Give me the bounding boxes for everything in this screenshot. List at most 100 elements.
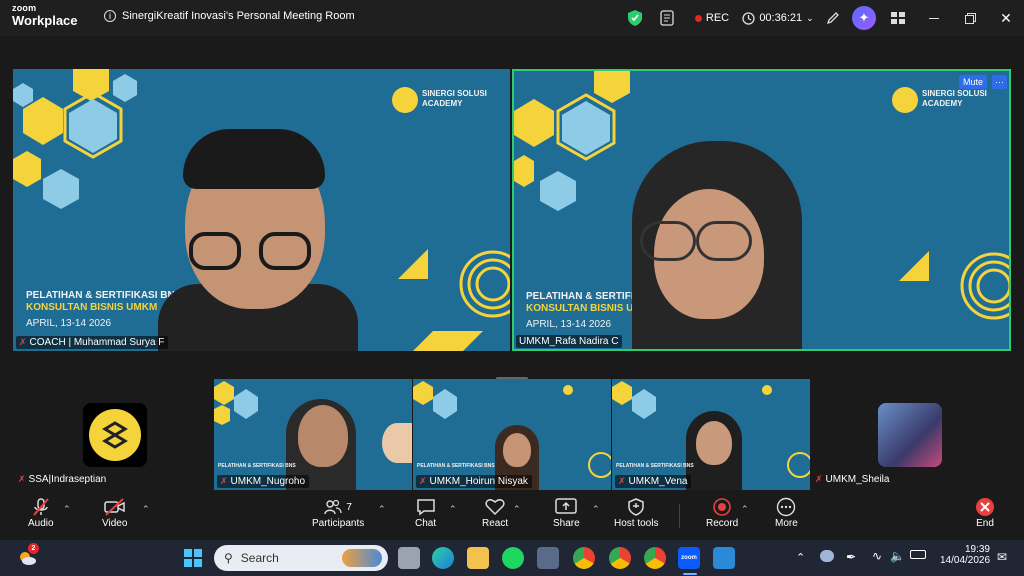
calculator-icon[interactable] — [537, 547, 559, 569]
academy-name: SINERGI SOLUSI ACADEMY — [922, 89, 987, 109]
chat-options-caret[interactable]: ⌃ — [449, 504, 457, 515]
edge-icon[interactable] — [432, 547, 454, 569]
search-highlight-icon — [342, 549, 382, 567]
clock-date: 14/04/2026 — [940, 555, 991, 566]
video-options-caret[interactable]: ⌃ — [142, 504, 150, 515]
taskbar-search[interactable]: ⚲ Search — [214, 545, 388, 571]
academy-line1: SINERGI SOLUSI — [422, 89, 487, 98]
react-options-caret[interactable]: ⌃ — [513, 504, 521, 515]
participants-button[interactable]: 7 Participants — [312, 496, 364, 529]
video-label: Video — [102, 518, 128, 529]
name-tag-sheila: ✗ UMKM_Sheila — [815, 474, 889, 485]
slide-title2: KONSULTAN BISNIS UMKM — [26, 302, 158, 313]
name-ssa: SSA|Indraseptian — [28, 474, 107, 485]
timer-text: 00:36:21 — [759, 12, 803, 24]
video-button[interactable]: Video — [102, 496, 127, 529]
participants-count: 7 — [346, 501, 352, 513]
share-options-caret[interactable]: ⌃ — [592, 504, 600, 515]
view-grid-icon[interactable] — [880, 0, 916, 36]
academy-line1: SINERGI SOLUSI — [922, 89, 987, 98]
ai-companion-icon[interactable]: ✦ — [848, 0, 880, 36]
pen-icon[interactable]: ✒ — [846, 550, 856, 564]
record-options-caret[interactable]: ⌃ — [741, 504, 749, 515]
wifi-icon[interactable]: ∿ — [872, 549, 882, 563]
spotify-icon[interactable] — [502, 547, 524, 569]
notifications-bell-icon[interactable]: ✉ — [997, 550, 1007, 564]
video-tile-vena[interactable]: PELATIHAN & SERTIFIKASI BNS ✗ UMKM_Vena — [612, 379, 810, 490]
security-shield-icon[interactable] — [622, 0, 648, 36]
react-button[interactable]: React — [482, 496, 508, 529]
record-button[interactable]: Record — [706, 496, 738, 529]
file-explorer-icon[interactable] — [467, 547, 489, 569]
host-tools-label: Host tools — [614, 518, 659, 529]
end-button[interactable]: End — [975, 496, 995, 529]
name-tag-nugroho: ✗ UMKM_Nugroho — [217, 475, 310, 488]
academy-logo-icon — [392, 87, 418, 113]
chrome-profile-2-icon[interactable] — [644, 547, 666, 569]
zoom-app-icon[interactable]: zoom — [678, 547, 700, 569]
audio-button[interactable]: Audio — [28, 496, 54, 529]
chat-icon — [416, 496, 436, 518]
participants-label: Participants — [312, 518, 365, 529]
meeting-timer[interactable]: 00:36:21 ⌄ — [738, 0, 818, 36]
chrome-profile-icon[interactable] — [609, 547, 631, 569]
onedrive-icon[interactable] — [820, 550, 834, 562]
info-icon[interactable]: i — [104, 10, 116, 22]
meeting-title[interactable]: i SinergiKreatif Inovasi's Personal Meet… — [104, 10, 355, 22]
annotate-pen-icon[interactable] — [818, 0, 848, 36]
audio-options-caret[interactable]: ⌃ — [63, 504, 71, 515]
slide-title1: PELATIHAN & SERTIFIKASI BNS — [26, 290, 182, 301]
chat-button[interactable]: Chat — [415, 496, 436, 529]
rec-label: REC — [705, 12, 730, 24]
slide-date: APRIL, 13-14 2026 — [26, 318, 112, 329]
clock[interactable]: 19:39 14/04/2026 — [940, 544, 990, 566]
participants-options-caret[interactable]: ⌃ — [378, 504, 386, 515]
clock-icon — [742, 11, 755, 25]
close-icon[interactable]: ✕ — [988, 0, 1024, 36]
task-view-icon[interactable] — [398, 547, 420, 569]
minimize-icon[interactable] — [916, 0, 952, 36]
brand-workplace: Workplace — [12, 13, 78, 28]
name-tag-hoirun: ✗ UMKM_Hoirun Nisyak — [416, 475, 532, 488]
host-tools-button[interactable]: Host tools — [614, 496, 658, 529]
share-screen-icon — [555, 496, 578, 518]
name-vena: UMKM_Vena — [628, 476, 688, 487]
recording-indicator[interactable]: REC — [686, 0, 738, 36]
more-options-button[interactable]: ··· — [992, 75, 1007, 89]
mic-muted-icon: ✗ — [220, 476, 228, 486]
end-call-icon — [975, 496, 995, 518]
video-tile-coach[interactable]: SINERGI SOLUSI ACADEMY PELATIHAN & SERTI… — [13, 69, 510, 351]
name-hoirun: UMKM_Hoirun Nisyak — [429, 476, 528, 487]
windows-start-icon[interactable] — [182, 547, 204, 569]
avatar-sheila — [878, 403, 942, 467]
more-label: More — [775, 518, 798, 529]
os-taskbar: 2 ⚲ Search zoom ⌃ ✒ ∿ 🔈 19:39 14/04/2026… — [0, 540, 1024, 576]
video-tile-nugroho[interactable]: PELATIHAN & SERTIFIKASI BNS ✗ UMKM_Nugro… — [214, 379, 412, 490]
record-label: Record — [706, 518, 739, 529]
app-brand: zoom Workplace — [12, 4, 78, 28]
name-tag-ssa: ✗ SSA|Indraseptian — [18, 474, 106, 485]
video-tile-active-speaker[interactable]: SINERGI SOLUSI ACADEMY PELATIHAN & SERTI… — [512, 69, 1011, 351]
weather-icon[interactable]: 2 — [16, 543, 39, 569]
name-tag-coach: ✗ COACH | Muhammad Surya F — [16, 336, 169, 349]
share-button[interactable]: Share — [553, 496, 580, 529]
media-player-icon[interactable] — [713, 547, 735, 569]
volume-icon[interactable]: 🔈 — [890, 549, 905, 563]
slide-title1: PELATIHAN & SERTIFIKASI BNS — [616, 463, 694, 469]
react-label: React — [482, 518, 509, 529]
battery-icon[interactable] — [910, 550, 926, 559]
chevron-down-icon[interactable]: ⌄ — [806, 13, 814, 24]
mic-muted-icon: ✗ — [19, 337, 27, 347]
slide-title2: KONSULTAN BISNIS UMK — [526, 303, 649, 314]
show-hidden-icons[interactable]: ⌃ — [796, 551, 805, 564]
chrome-icon[interactable] — [573, 547, 595, 569]
video-tile-hoirun[interactable]: PELATIHAN & SERTIFIKASI BNS ✗ UMKM_Hoiru… — [413, 379, 611, 490]
clock-time: 19:39 — [964, 544, 990, 555]
restore-icon[interactable] — [952, 0, 988, 36]
more-button[interactable]: More — [775, 496, 798, 529]
meeting-toolbar: Audio ⌃ Video ⌃ 7 Participants ⌃ Chat ⌃ … — [0, 492, 1024, 540]
search-icon: ⚲ — [224, 551, 233, 565]
mute-participant-button[interactable]: Mute — [958, 75, 987, 89]
notes-icon[interactable] — [648, 0, 686, 36]
meeting-title-text: SinergiKreatif Inovasi's Personal Meetin… — [122, 10, 355, 22]
